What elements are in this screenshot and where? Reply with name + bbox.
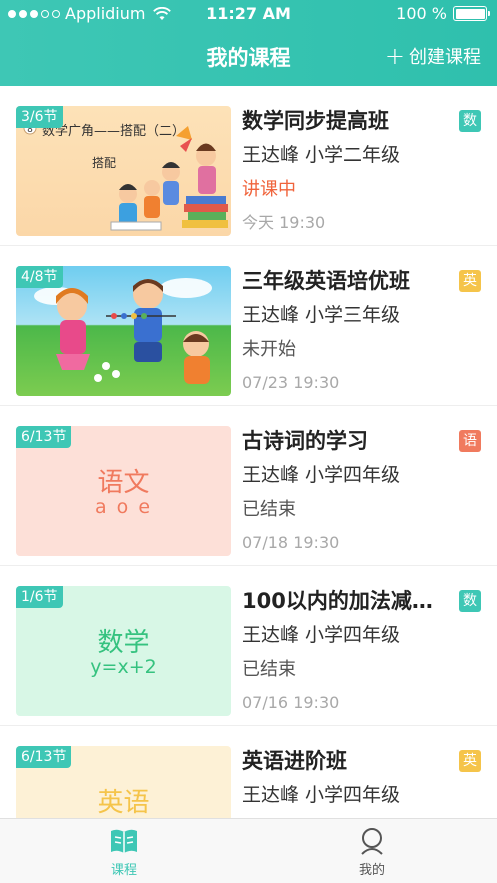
status-right: 100 %	[396, 4, 490, 23]
subject-tag: 数	[459, 590, 481, 612]
course-list[interactable]: 3/6节 8 数学广角——搭配（二） 搭配 数学同步提高班 王达峰 小学二年级 …	[0, 86, 497, 818]
course-card[interactable]: 3/6节 8 数学广角——搭配（二） 搭配 数学同步提高班 王达峰 小学二年级 …	[0, 86, 497, 246]
battery-percent: 100 %	[396, 4, 447, 23]
subject-tag: 语	[459, 430, 481, 452]
course-card[interactable]: 6/13节 英语 英语进阶班 王达峰 小学四年级 英	[0, 726, 497, 818]
course-info: 古诗词的学习 王达峰 小学四年级 已结束 07/18 19:30	[242, 426, 482, 554]
course-status: 讲课中	[242, 179, 296, 200]
thumbnail-subject: 英语	[97, 788, 150, 818]
subject-tag: 英	[459, 270, 481, 292]
create-course-button[interactable]: + 创建课程	[385, 43, 481, 69]
course-title: 古诗词的学习	[242, 429, 368, 453]
lesson-progress-badge: 6/13节	[16, 426, 72, 448]
tab-courses-label: 课程	[110, 863, 137, 878]
course-teacher: 王达峰 小学二年级	[242, 144, 401, 166]
course-teacher: 王达峰 小学四年级	[242, 784, 401, 806]
course-time: 07/23 19:30	[242, 373, 340, 392]
course-info: 数学同步提高班 王达峰 小学二年级 讲课中 今天 19:30	[242, 106, 482, 234]
course-card[interactable]: 6/13节 语文 a o e 古诗词的学习 王达峰 小学四年级 已结束 07/1…	[0, 406, 497, 566]
tab-mine[interactable]: 我的	[248, 819, 496, 883]
course-status: 已结束	[242, 499, 296, 520]
subject-tag: 数	[459, 110, 481, 132]
course-info: 三年级英语培优班 王达峰 小学三年级 未开始 07/23 19:30	[242, 266, 482, 394]
course-info: 100以内的加法减… 王达峰 小学四年级 已结束 07/16 19:30	[242, 586, 482, 714]
course-card[interactable]: 4/8节 三年级英语培优班 王达峰 小学三年级 未开始 07/23 19:30 …	[0, 246, 497, 406]
course-status: 未开始	[242, 339, 296, 360]
battery-icon	[453, 6, 490, 21]
thumbnail-subtitle: 搭配	[92, 156, 117, 170]
create-course-label: 创建课程	[409, 47, 481, 68]
tab-mine-label: 我的	[358, 863, 385, 878]
course-title: 数学同步提高班	[242, 109, 389, 133]
course-card[interactable]: 1/6节 数学 y=x+2 100以内的加法减… 王达峰 小学四年级 已结束 0…	[0, 566, 497, 726]
plus-icon: +	[384, 42, 405, 70]
course-info: 英语进阶班 王达峰 小学四年级	[242, 746, 482, 808]
tab-courses[interactable]: 课程	[0, 819, 248, 883]
course-time: 07/16 19:30	[242, 693, 340, 712]
course-teacher: 王达峰 小学四年级	[242, 624, 401, 646]
thumbnail-subject: 语文	[97, 468, 150, 498]
lesson-progress-badge: 4/8节	[16, 266, 63, 288]
header: Applidium 11:27 AM 100 % 我的课程 + 创建课程	[0, 0, 497, 86]
thumbnail-subject: 数学	[97, 628, 150, 658]
lesson-progress-badge: 1/6节	[16, 586, 63, 608]
course-title: 英语进阶班	[242, 749, 347, 773]
course-title: 三年级英语培优班	[242, 269, 410, 293]
tab-bar: 课程 我的	[0, 818, 497, 883]
thumbnail-subtitle: a o e	[94, 496, 153, 518]
course-teacher: 王达峰 小学四年级	[242, 464, 401, 486]
book-icon	[111, 829, 137, 853]
course-time: 今天 19:30	[242, 213, 326, 232]
thumbnail-subtitle: y=x+2	[90, 656, 157, 678]
course-status: 已结束	[242, 659, 296, 680]
thumbnail-caption: 数学广角——搭配（二）	[42, 124, 186, 139]
course-title: 100以内的加法减…	[242, 589, 433, 613]
course-thumbnail: 3/6节 8 数学广角——搭配（二） 搭配	[16, 106, 231, 236]
course-thumbnail: 6/13节 语文 a o e	[16, 426, 231, 556]
status-bar: Applidium 11:27 AM 100 %	[0, 0, 497, 28]
lesson-progress-badge: 3/6节	[16, 106, 63, 128]
course-thumbnail: 6/13节 英语	[16, 746, 231, 818]
subject-tag: 英	[459, 750, 481, 772]
lesson-progress-badge: 6/13节	[16, 746, 72, 768]
course-thumbnail: 1/6节 数学 y=x+2	[16, 586, 231, 716]
course-thumbnail: 4/8节	[16, 266, 231, 396]
course-time: 07/18 19:30	[242, 533, 340, 552]
course-teacher: 王达峰 小学三年级	[242, 304, 401, 326]
user-icon	[361, 828, 383, 855]
